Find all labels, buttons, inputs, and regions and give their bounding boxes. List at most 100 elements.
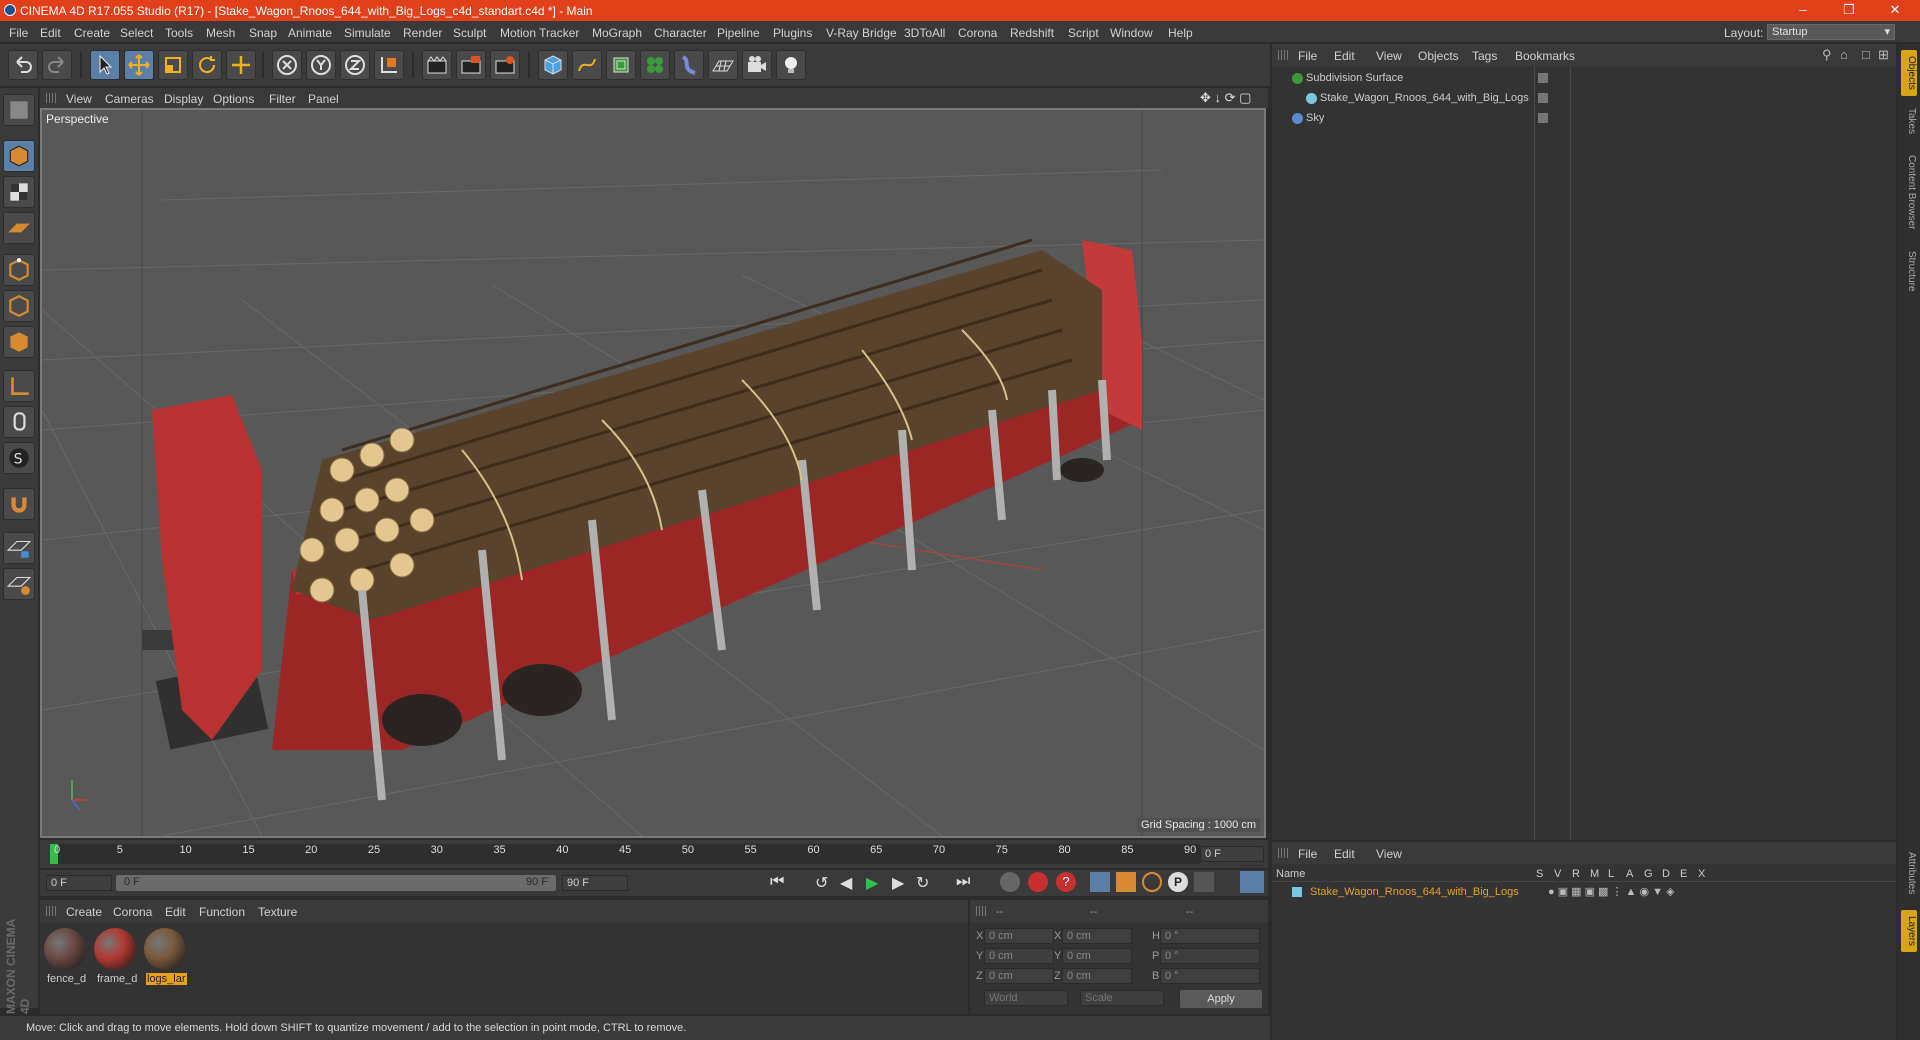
menu-mesh[interactable]: Mesh [206,26,235,40]
menu-file[interactable]: File [9,26,28,40]
redo-icon[interactable] [42,50,72,80]
close-button[interactable]: ✕ [1872,0,1918,21]
menu-tools[interactable]: Tools [165,26,193,40]
coord-value-field[interactable]: 0 ° [1160,968,1260,984]
coordinate-system-icon[interactable] [374,50,404,80]
coord-value-field[interactable]: 0 ° [1160,928,1260,944]
object-name[interactable]: Subdivision Surface [1306,72,1403,84]
material-name[interactable]: logs_lar [146,973,187,985]
object-visibility-toggle[interactable] [1538,73,1548,83]
menu-simulate[interactable]: Simulate [344,26,391,40]
material-swatch[interactable] [94,928,136,970]
menu-sculpt[interactable]: Sculpt [453,26,486,40]
menu-3dtoall[interactable]: 3DToAll [904,26,945,40]
minimize-button[interactable]: – [1780,0,1826,21]
material-menu-corona[interactable]: Corona [113,905,152,919]
points-mode-icon[interactable] [3,254,35,286]
next-key-icon[interactable]: ↻ [916,873,929,893]
render-view-icon[interactable] [422,50,452,80]
material-name[interactable]: frame_d [96,973,138,985]
menu-render[interactable]: Render [403,26,442,40]
coord-value-field[interactable]: 0 cm [984,948,1054,964]
layers-menu-edit[interactable]: Edit [1334,847,1355,861]
side-tab-takes[interactable]: Takes [1901,104,1917,138]
material-name[interactable]: fence_d [46,973,87,985]
menu-pipeline[interactable]: Pipeline [717,26,760,40]
menu-create[interactable]: Create [74,26,110,40]
search-icon[interactable]: ⚲ [1822,47,1832,63]
menu-character[interactable]: Character [654,26,707,40]
move-icon[interactable] [124,50,154,80]
solo-icon[interactable]: S [3,442,35,474]
objects-menu-edit[interactable]: Edit [1334,49,1355,63]
coord-value-field[interactable]: 0 cm [984,968,1054,984]
material-menu-function[interactable]: Function [199,905,245,919]
key-pla-icon[interactable] [1194,872,1214,892]
objects-menu-tags[interactable]: Tags [1472,49,1497,63]
side-tab-objects[interactable]: Objects [1901,50,1917,96]
viewport-menu-filter[interactable]: Filter [269,92,296,106]
menu-redshift[interactable]: Redshift [1010,26,1054,40]
deformer-icon[interactable] [674,50,704,80]
viewport-menu-cameras[interactable]: Cameras [105,92,154,106]
timeline-ruler[interactable]: 0 5 10 15 20 25 30 35 40 45 50 55 60 65 70 75 80 85 90 0 F [40,840,1268,868]
model-mode-icon[interactable] [3,140,35,172]
timeline-window-icon[interactable] [1240,871,1264,893]
coord-value-field[interactable]: 0 cm [984,928,1054,944]
object-visibility-toggle[interactable] [1538,93,1548,103]
workplane-lock-icon[interactable] [3,532,35,564]
scale-icon[interactable] [158,50,188,80]
start-frame-field[interactable]: 0 F [46,875,112,891]
viewport-menu-options[interactable]: Options [213,92,254,106]
viewport-nav-icons[interactable]: ✥ ↓ ⟳ ▢ [1200,90,1251,106]
menu-window[interactable]: Window [1110,26,1153,40]
tweak-mode-icon[interactable] [3,406,35,438]
menu-select[interactable]: Select [120,26,153,40]
record-disabled-icon[interactable] [1000,872,1020,892]
side-tab-attributes[interactable]: Attributes [1901,844,1917,902]
layer-row[interactable]: Stake_Wagon_Rnoos_644_with_Big_Logs ● ▣ … [1282,883,1886,901]
menu-mograph[interactable]: MoGraph [592,26,642,40]
key-scale-icon[interactable] [1116,872,1136,892]
current-frame-field[interactable]: 0 F [1200,846,1264,862]
floor-icon[interactable] [708,50,738,80]
select-arrow-icon[interactable] [90,50,120,80]
new-view-icon[interactable]: □ [1862,47,1870,62]
menu-help[interactable]: Help [1168,26,1193,40]
magnet-icon[interactable] [3,488,35,520]
object-name[interactable]: Sky [1306,112,1324,124]
light-icon[interactable] [776,50,806,80]
apply-button[interactable]: Apply [1180,990,1262,1008]
viewport-menu-display[interactable]: Display [164,92,203,106]
coord-value-field[interactable]: 0 cm [1062,968,1132,984]
polygons-mode-icon[interactable] [3,326,35,358]
move-alt-icon[interactable] [226,50,256,80]
object-row[interactable]: Sky [1276,110,1892,128]
side-tab-structure[interactable]: Structure [1901,244,1917,298]
coord-value-field[interactable]: 0 ° [1160,948,1260,964]
menu-script[interactable]: Script [1068,26,1099,40]
layers-menu-view[interactable]: View [1376,847,1402,861]
object-row[interactable]: Subdivision Surface [1276,70,1892,88]
menu-corona[interactable]: Corona [958,26,997,40]
objects-menu-objects[interactable]: Objects [1418,49,1459,63]
side-tab-layers[interactable]: Layers [1901,910,1917,952]
home-icon[interactable]: ⌂ [1840,47,1848,62]
material-swatch[interactable] [144,928,186,970]
record-icon[interactable] [1028,872,1048,892]
texture-mode-icon[interactable] [3,176,35,208]
key-rotation-icon[interactable] [1142,872,1162,892]
menu-vray-bridge[interactable]: V-Ray Bridge [826,26,897,40]
coord-mode-scale-select[interactable]: Scale [1080,990,1164,1006]
step-forward-icon[interactable]: ▶ [892,873,904,893]
object-visibility-toggle[interactable] [1538,113,1548,123]
material-swatch[interactable] [44,928,86,970]
cube-primitive-icon[interactable] [538,50,568,80]
material-menu-edit[interactable]: Edit [165,905,186,919]
play-icon[interactable]: ▶ [866,873,878,893]
key-param-icon[interactable]: P [1168,872,1188,892]
viewport-menu-panel[interactable]: Panel [308,92,339,106]
z-axis-icon[interactable] [340,50,370,80]
render-picture-viewer-icon[interactable] [456,50,486,80]
objects-menu-file[interactable]: File [1298,49,1317,63]
